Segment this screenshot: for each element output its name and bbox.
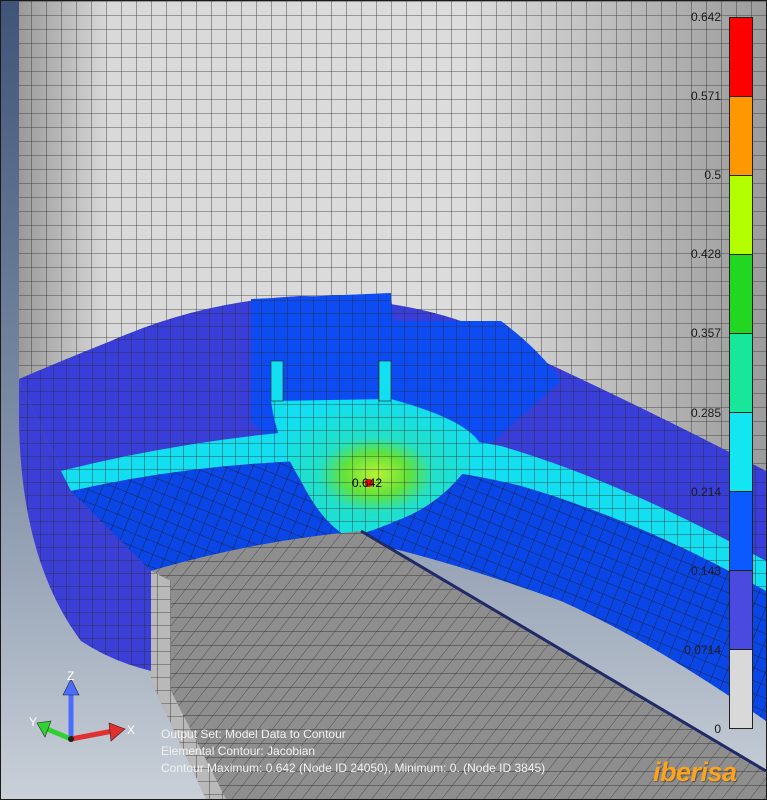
legend-swatch <box>730 570 752 649</box>
legend-label: 0.571 <box>690 89 721 104</box>
peak-value-label: 0.642 <box>352 476 383 490</box>
legend-label: 0 <box>714 722 721 736</box>
iberisa-logo: iberisa <box>653 757 737 787</box>
contour-range-text: Contour Maximum: 0.642 (Node ID 24050), … <box>161 761 546 775</box>
legend-label: 0.214 <box>690 484 721 499</box>
legend-swatch <box>730 175 752 254</box>
contour-type-text: Elemental Contour: Jacobian <box>161 744 316 758</box>
legend-swatch <box>730 491 752 570</box>
output-set-text: Output Set: Model Data to Contour <box>161 727 346 741</box>
legend-color-bar <box>729 17 753 729</box>
legend-swatch <box>730 96 752 175</box>
axis-label-x: X <box>127 723 136 737</box>
legend-label: 0.285 <box>690 405 721 420</box>
legend-swatch <box>730 333 752 412</box>
fea-viewport[interactable]: 0.642 Z X Y 0.642 0.571 0.5 0.428 0.357 0.285… <box>0 0 767 800</box>
legend-swatch <box>730 412 752 491</box>
axis-label-y: Y <box>29 715 38 729</box>
legend-label: 0.0714 <box>684 642 721 657</box>
legend-swatch <box>730 649 752 728</box>
legend-label: 0.5 <box>704 168 721 183</box>
legend-label: 0.642 <box>690 10 721 24</box>
legend-label: 0.143 <box>690 563 721 578</box>
legend-label: 0.428 <box>690 247 721 262</box>
legend-swatch <box>730 18 752 96</box>
axis-label-z: Z <box>67 669 75 683</box>
legend-swatch <box>730 254 752 333</box>
legend-label: 0.357 <box>690 326 721 341</box>
fea-mesh-render[interactable] <box>1 1 766 799</box>
